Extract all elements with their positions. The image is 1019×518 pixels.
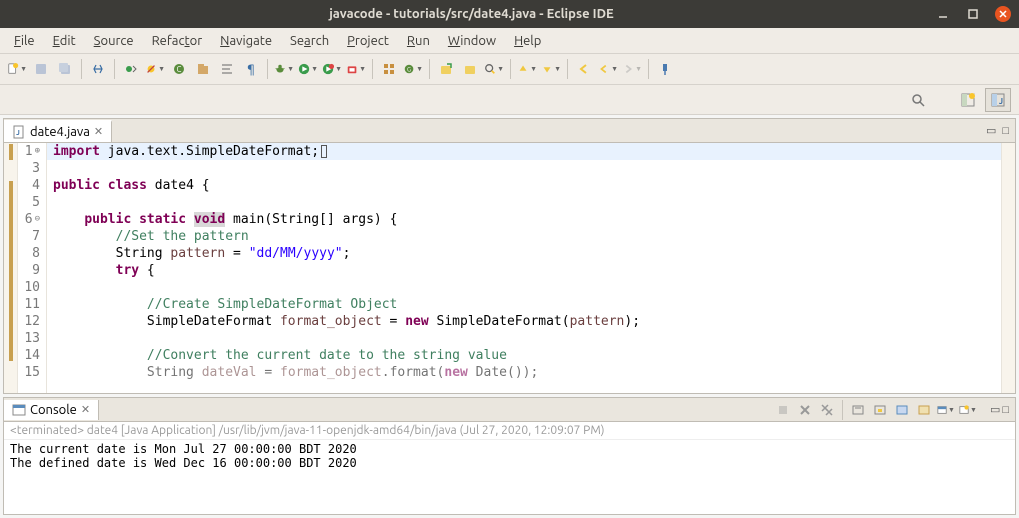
menu-navigate[interactable]: Navigate <box>212 31 280 51</box>
back-history-button[interactable]: ▼ <box>597 58 619 80</box>
java-perspective-button[interactable]: J <box>985 88 1011 112</box>
menu-window[interactable]: Window <box>440 31 504 51</box>
svg-text:C: C <box>177 65 182 74</box>
window-controls <box>935 6 1011 22</box>
breakpoint-button[interactable] <box>120 58 142 80</box>
java-file-icon: J <box>12 125 26 139</box>
fold-expand-icon[interactable]: ⊕ <box>35 143 40 160</box>
maximize-button[interactable] <box>965 6 981 22</box>
type-hierarchy-button[interactable]: G▼ <box>402 58 424 80</box>
clear-console-button[interactable] <box>848 400 868 420</box>
word-wrap-button[interactable] <box>892 400 912 420</box>
console-tab-label: Console <box>30 403 77 417</box>
save-all-button[interactable] <box>54 58 76 80</box>
back-button[interactable] <box>573 58 595 80</box>
marker-bar-left <box>4 143 18 393</box>
coverage-button[interactable]: ▼ <box>321 58 343 80</box>
prev-annotation-button[interactable]: ▼ <box>516 58 538 80</box>
run-button[interactable]: ▼ <box>297 58 319 80</box>
link-editor-button[interactable] <box>87 58 109 80</box>
skip-breakpoint-button[interactable]: ▼ <box>144 58 166 80</box>
editor-area: J date4.java ✕ ▭ □ 1⊕ 3 4 5 6⊖ 7 8 9 10 … <box>3 118 1016 394</box>
perspective-bar: J <box>0 85 1019 115</box>
new-button[interactable]: ▼ <box>6 58 28 80</box>
pin-console-button[interactable] <box>914 400 934 420</box>
remove-launch-button[interactable] <box>795 400 815 420</box>
console-view: Console ✕ ▼ ▼ ▭ □ <terminated> date4 [Ja… <box>3 397 1016 515</box>
menu-refactor[interactable]: Refactor <box>144 31 211 51</box>
minimize-button[interactable] <box>935 6 951 22</box>
minimize-view-icon[interactable]: ▭ <box>986 124 996 137</box>
forward-button[interactable]: ▼ <box>621 58 643 80</box>
menu-file[interactable]: File <box>6 31 43 51</box>
console-icon <box>12 403 26 417</box>
scroll-lock-button[interactable] <box>870 400 890 420</box>
code-editor[interactable]: 1⊕ 3 4 5 6⊖ 7 8 9 10 11 12 13 14 15 impo… <box>4 143 1015 393</box>
svg-text:G: G <box>407 67 411 74</box>
console-tab[interactable]: Console ✕ <box>4 400 99 420</box>
svg-text:J: J <box>999 97 1003 106</box>
menu-help[interactable]: Help <box>506 31 549 51</box>
remove-all-button[interactable] <box>817 400 837 420</box>
maximize-view-icon[interactable]: □ <box>1002 125 1009 137</box>
menu-edit[interactable]: Edit <box>45 31 84 51</box>
paragraph-button[interactable]: ¶ <box>240 58 262 80</box>
editor-tab-label: date4.java <box>30 125 90 139</box>
debug-button[interactable]: ▼ <box>273 58 295 80</box>
display-console-button[interactable]: ▼ <box>936 400 956 420</box>
grid-button[interactable] <box>378 58 400 80</box>
menu-run[interactable]: Run <box>399 31 438 51</box>
svg-text:J: J <box>16 129 20 137</box>
editor-tabs: J date4.java ✕ ▭ □ <box>4 119 1015 143</box>
menu-project[interactable]: Project <box>339 31 397 51</box>
open-task-button[interactable] <box>459 58 481 80</box>
new-class-button[interactable]: C <box>168 58 190 80</box>
console-maximize-icon[interactable]: □ <box>1002 404 1009 416</box>
open-console-button[interactable]: ▼ <box>958 400 978 420</box>
external-tools-button[interactable]: ▼ <box>345 58 367 80</box>
console-output[interactable]: The current date is Mon Jul 27 00:00:00 … <box>4 440 1015 514</box>
console-status: <terminated> date4 [Java Application] /u… <box>4 422 1015 440</box>
open-type-button[interactable] <box>435 58 457 80</box>
menu-source[interactable]: Source <box>86 31 142 51</box>
menubar: File Edit Source Refactor Navigate Searc… <box>0 28 1019 54</box>
pin-button[interactable] <box>654 58 676 80</box>
next-annotation-button[interactable]: ▼ <box>540 58 562 80</box>
line-gutter: 1⊕ 3 4 5 6⊖ 7 8 9 10 11 12 13 14 15 <box>18 143 47 393</box>
open-perspective-button[interactable] <box>955 88 981 112</box>
new-package-button[interactable] <box>192 58 214 80</box>
console-tabs: Console ✕ ▼ ▼ ▭ □ <box>4 398 1015 422</box>
tab-close-icon[interactable]: ✕ <box>94 125 103 138</box>
search-icon[interactable] <box>905 88 931 112</box>
editor-tab-date4[interactable]: J date4.java ✕ <box>4 120 112 142</box>
titlebar: javacode - tutorials/src/date4.java - Ec… <box>0 0 1019 28</box>
overview-ruler[interactable] <box>1001 143 1015 393</box>
close-button[interactable] <box>995 6 1011 22</box>
console-tab-close-icon[interactable]: ✕ <box>81 403 90 416</box>
code-content[interactable]: import java.text.SimpleDateFormat; publi… <box>47 143 1001 393</box>
main-toolbar: ▼ ▼ C ¶ ▼ ▼ ▼ ▼ G▼ ▼ ▼ ▼ ▼ ▼ <box>0 54 1019 85</box>
formatting-button[interactable] <box>216 58 238 80</box>
terminate-button[interactable] <box>773 400 793 420</box>
console-minimize-icon[interactable]: ▭ <box>990 403 1000 416</box>
fold-collapse-icon[interactable]: ⊖ <box>35 211 40 228</box>
search-button2[interactable]: ▼ <box>483 58 505 80</box>
window-title: javacode - tutorials/src/date4.java - Ec… <box>8 7 935 21</box>
console-toolbar: ▼ ▼ ▭ □ <box>773 400 1015 420</box>
save-button[interactable] <box>30 58 52 80</box>
menu-search[interactable]: Search <box>282 31 337 51</box>
svg-text:¶: ¶ <box>247 63 255 76</box>
